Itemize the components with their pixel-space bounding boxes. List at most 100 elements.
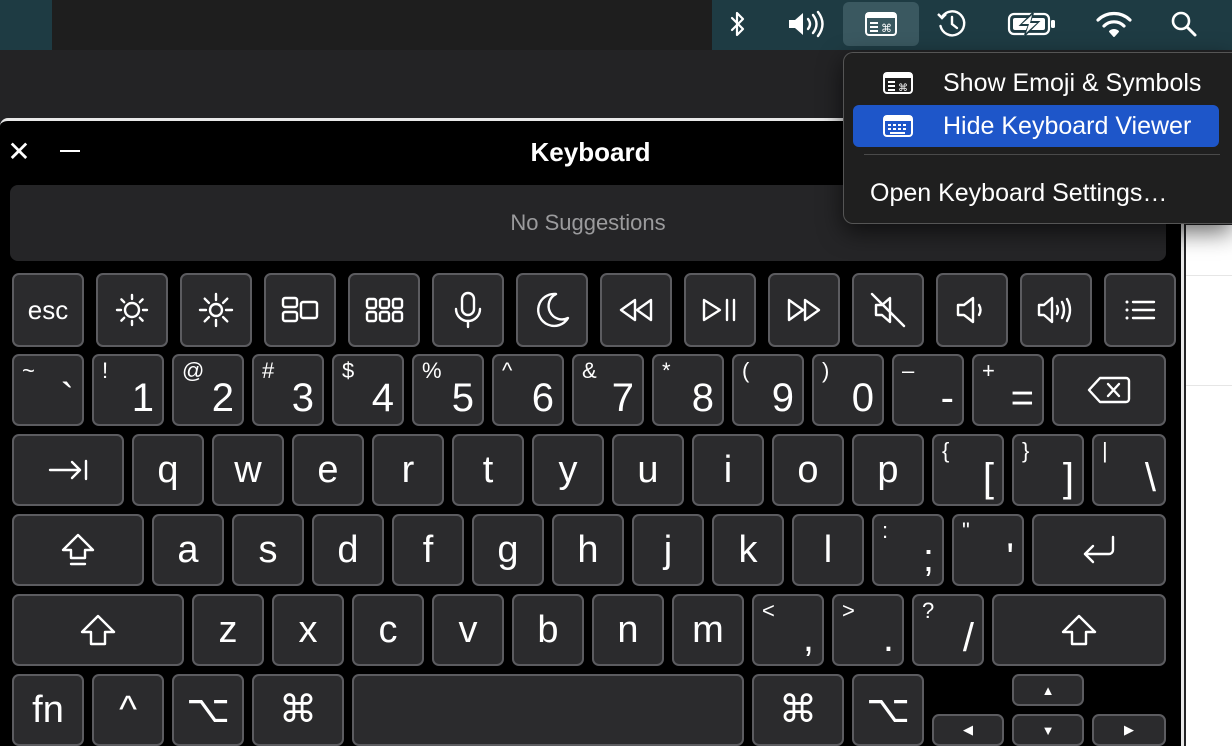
key-backslash[interactable]: | \ xyxy=(1092,434,1166,506)
key-label: p xyxy=(877,449,899,491)
volume-icon[interactable] xyxy=(783,4,831,44)
menu-item-show-emoji-symbols[interactable]: ⌘ Show Emoji & Symbols xyxy=(853,62,1219,104)
key-n[interactable]: n xyxy=(592,594,664,666)
brightness-down-icon xyxy=(112,290,152,330)
key-launchpad[interactable] xyxy=(348,273,420,347)
key-return[interactable] xyxy=(1032,514,1166,586)
key-right-command[interactable]: ⌘ xyxy=(752,674,844,746)
key-t[interactable]: t xyxy=(452,434,524,506)
key-j[interactable]: j xyxy=(632,514,704,586)
key-m[interactable]: m xyxy=(672,594,744,666)
key-rewind[interactable] xyxy=(600,273,672,347)
key-control[interactable]: ^ xyxy=(92,674,164,746)
key-right-option[interactable]: ⌥ xyxy=(852,674,924,746)
caps-lock-icon xyxy=(58,531,98,569)
key-b[interactable]: b xyxy=(512,594,584,666)
key-close-bracket[interactable]: }] xyxy=(1012,434,1084,506)
key-arrow-up[interactable]: ▲ xyxy=(1012,674,1084,706)
key-7[interactable]: & 7 xyxy=(572,354,644,426)
key-space[interactable] xyxy=(352,674,744,746)
key-k[interactable]: k xyxy=(712,514,784,586)
key-comma[interactable]: <, xyxy=(752,594,824,666)
menu-item-label: Open Keyboard Settings… xyxy=(870,178,1168,207)
key-d[interactable]: d xyxy=(312,514,384,586)
key-fast-forward[interactable] xyxy=(768,273,840,347)
key-right-shift[interactable] xyxy=(992,594,1166,666)
key-left-command[interactable]: ⌘ xyxy=(252,674,344,746)
wifi-icon[interactable] xyxy=(1094,4,1134,44)
key-f[interactable]: f xyxy=(392,514,464,586)
key-backtick[interactable]: ~ ` xyxy=(12,354,84,426)
key-y[interactable]: y xyxy=(532,434,604,506)
key-arrow-down[interactable]: ▼ xyxy=(1012,714,1084,746)
key-0[interactable]: ) 0 xyxy=(812,354,884,426)
menu-item-open-keyboard-settings[interactable]: Open Keyboard Settings… xyxy=(870,172,1232,214)
key-dictation[interactable] xyxy=(432,273,504,347)
key-a[interactable]: a xyxy=(152,514,224,586)
key-mission-control[interactable] xyxy=(264,273,336,347)
key-e[interactable]: e xyxy=(292,434,364,506)
key-9[interactable]: (9 xyxy=(732,354,804,426)
key-c[interactable]: c xyxy=(352,594,424,666)
key-label: i xyxy=(723,449,733,491)
key-x[interactable]: x xyxy=(272,594,344,666)
key-2[interactable]: @2 xyxy=(172,354,244,426)
key-fn[interactable]: fn xyxy=(12,674,84,746)
key-z[interactable]: z xyxy=(192,594,264,666)
key-q[interactable]: q xyxy=(132,434,204,506)
key-arrow-right[interactable]: ▶ xyxy=(1092,714,1166,746)
key-v[interactable]: v xyxy=(432,594,504,666)
key-s[interactable]: s xyxy=(232,514,304,586)
key-volume-down[interactable] xyxy=(936,273,1008,347)
key-caps-lock[interactable] xyxy=(12,514,144,586)
key-mute[interactable] xyxy=(852,273,924,347)
key-p[interactable]: p xyxy=(852,434,924,506)
keyboard-viewer-icon[interactable]: ⌘ xyxy=(843,2,919,46)
key-3[interactable]: #3 xyxy=(252,354,324,426)
bluetooth-icon[interactable] xyxy=(720,4,756,44)
key-w[interactable]: w xyxy=(212,434,284,506)
key-8[interactable]: * 8 xyxy=(652,354,724,426)
key-shift-label: # xyxy=(262,358,275,383)
key-g[interactable]: g xyxy=(472,514,544,586)
key-shift-label: : xyxy=(882,518,889,543)
key-6[interactable]: ^ 6 xyxy=(492,354,564,426)
key-equals[interactable]: + = xyxy=(972,354,1044,426)
key-delete[interactable] xyxy=(1052,354,1166,426)
key-volume-up[interactable] xyxy=(1020,273,1092,347)
key-brightness-down[interactable] xyxy=(96,273,168,347)
key-tab[interactable] xyxy=(12,434,124,506)
key-l[interactable]: l xyxy=(792,514,864,586)
key-label: m xyxy=(692,609,724,651)
key-do-not-disturb[interactable] xyxy=(516,273,588,347)
key-left-option[interactable]: ⌥ xyxy=(172,674,244,746)
key-brightness-up[interactable] xyxy=(180,273,252,347)
key-left-shift[interactable] xyxy=(12,594,184,666)
key-open-bracket[interactable]: {[ xyxy=(932,434,1004,506)
key-slash[interactable]: ? / xyxy=(912,594,984,666)
key-4[interactable]: $4 xyxy=(332,354,404,426)
key-quote[interactable]: " ' xyxy=(952,514,1024,586)
launchpad-icon xyxy=(364,290,404,330)
spotlight-search-icon[interactable] xyxy=(1166,4,1202,44)
key-play-pause[interactable] xyxy=(684,273,756,347)
key-1[interactable]: ! 1 xyxy=(92,354,164,426)
key-semicolon[interactable]: :; xyxy=(872,514,944,586)
key-u[interactable]: u xyxy=(612,434,684,506)
svg-text:⌘: ⌘ xyxy=(898,83,908,94)
key-r[interactable]: r xyxy=(372,434,444,506)
key-h[interactable]: h xyxy=(552,514,624,586)
key-label: \ xyxy=(1144,456,1156,500)
menu-item-hide-keyboard-viewer[interactable]: Hide Keyboard Viewer xyxy=(853,105,1219,147)
key-5[interactable]: % 5 xyxy=(412,354,484,426)
time-machine-icon[interactable] xyxy=(932,4,972,44)
key-minus[interactable]: – - xyxy=(892,354,964,426)
key-menu[interactable] xyxy=(1104,273,1176,347)
key-label: ⌥ xyxy=(866,689,910,731)
key-o[interactable]: o xyxy=(772,434,844,506)
battery-charging-icon[interactable] xyxy=(1004,4,1060,44)
key-period[interactable]: >. xyxy=(832,594,904,666)
key-i[interactable]: i xyxy=(692,434,764,506)
key-arrow-left[interactable]: ◀ xyxy=(932,714,1004,746)
key-esc[interactable]: esc xyxy=(12,273,84,347)
